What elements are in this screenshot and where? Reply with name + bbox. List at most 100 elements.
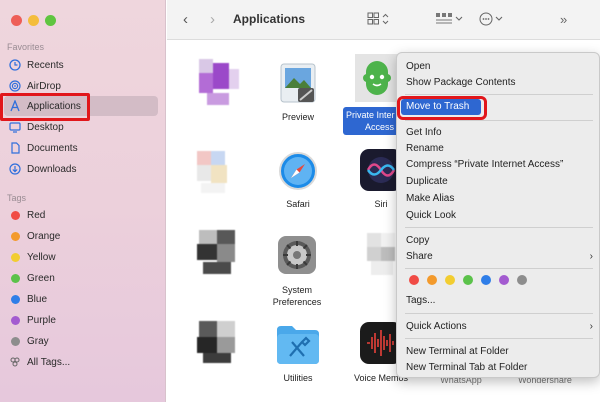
group-by-icon[interactable] [435, 12, 465, 29]
download-icon [8, 162, 22, 176]
window-controls [11, 15, 56, 26]
system-preferences-label-line1: System [281, 285, 312, 295]
utilities-label: Utilities [283, 373, 313, 383]
back-button[interactable]: ‹ [183, 11, 188, 28]
sidebar-item-label: Yellow [27, 251, 56, 263]
vpn-label-line2: Access [364, 122, 394, 132]
forward-button[interactable]: › [210, 11, 215, 28]
sidebar-tag-orange[interactable]: Orange [4, 226, 158, 246]
menu-tag-purple-icon[interactable] [499, 275, 509, 285]
more-actions-icon[interactable] [479, 12, 507, 29]
toolbar: ‹ › Applications » [167, 0, 600, 40]
menu-tags[interactable]: Tags... [406, 293, 435, 308]
vpn-label-line1: Private Inter [346, 110, 395, 120]
sidebar-tag-red[interactable]: Red [4, 205, 158, 225]
utilities-folder-icon[interactable] [275, 322, 321, 369]
sidebar-tag-blue[interactable]: Blue [4, 289, 158, 309]
tag-dot-orange-icon [10, 231, 20, 241]
blurred-app-icon[interactable] [195, 228, 243, 278]
sidebar-tag-purple[interactable]: Purple [4, 310, 158, 330]
menu-quick-look[interactable]: Quick Look [406, 208, 456, 223]
safari-app-icon[interactable] [278, 150, 318, 195]
sidebar-item-label: AirDrop [27, 80, 61, 92]
sidebar-tag-yellow[interactable]: Yellow [4, 247, 158, 267]
menu-tag-green-icon[interactable] [463, 275, 473, 285]
view-grid-icon[interactable] [367, 12, 391, 29]
menu-share[interactable]: Share [406, 249, 433, 264]
menu-tag-yellow-icon[interactable] [445, 275, 455, 285]
menu-open[interactable]: Open [406, 59, 430, 74]
document-icon [8, 141, 22, 155]
tag-dot-red-icon [10, 210, 20, 220]
tags-section-label: Tags [7, 193, 27, 203]
tag-dot-yellow-icon [10, 252, 20, 262]
sidebar-item-downloads[interactable]: Downloads [4, 159, 158, 179]
zoom-window-button[interactable] [45, 15, 56, 26]
context-menu: Open Show Package Contents Move to Trash… [396, 52, 600, 378]
sidebar-item-recents[interactable]: Recents [4, 55, 158, 75]
sidebar: Favorites Recents AirDrop Applications D… [0, 0, 166, 402]
menu-separator [405, 313, 593, 314]
close-window-button[interactable] [11, 15, 22, 26]
menu-copy[interactable]: Copy [406, 233, 429, 248]
menu-tag-red-icon[interactable] [409, 275, 419, 285]
menu-separator [405, 268, 593, 269]
private-internet-access-icon[interactable] [355, 54, 399, 105]
sidebar-item-label: Recents [27, 59, 64, 71]
menu-tag-blue-icon[interactable] [481, 275, 491, 285]
menu-new-terminal-tab-at-folder[interactable]: New Terminal Tab at Folder [406, 360, 527, 375]
preview-label: Preview [281, 112, 314, 122]
favorites-section-label: Favorites [7, 42, 45, 52]
clock-icon [8, 58, 22, 72]
blurred-app-icon[interactable] [197, 149, 241, 197]
sidebar-item-label: Green [27, 272, 55, 284]
menu-make-alias[interactable]: Make Alias [406, 191, 454, 206]
menu-separator [405, 338, 593, 339]
preview-app-icon[interactable] [278, 62, 318, 111]
share-submenu-chevron-icon: › [589, 251, 593, 262]
sidebar-item-documents[interactable]: Documents [4, 138, 158, 158]
sidebar-item-label: Desktop [27, 121, 64, 133]
menu-compress[interactable]: Compress “Private Internet Access” [406, 157, 563, 172]
quick-actions-submenu-chevron-icon: › [589, 321, 593, 332]
sidebar-item-label: All Tags... [27, 356, 71, 368]
tag-dot-purple-icon [10, 315, 20, 325]
tag-dot-green-icon [10, 273, 20, 283]
sidebar-item-label: Red [27, 209, 46, 221]
window-title: Applications [233, 12, 306, 26]
airdrop-icon [8, 79, 22, 93]
sidebar-all-tags[interactable]: All Tags... [4, 352, 158, 372]
tag-dot-blue-icon [10, 294, 20, 304]
blurred-app-icon[interactable] [193, 55, 245, 111]
all-tags-icon [8, 355, 22, 369]
blurred-app-icon[interactable] [195, 319, 243, 367]
menu-quick-actions[interactable]: Quick Actions [406, 319, 467, 334]
sidebar-item-label: Documents [27, 142, 78, 154]
menu-separator [405, 94, 593, 95]
menu-get-info[interactable]: Get Info [406, 125, 442, 140]
desktop-icon [8, 120, 22, 134]
menu-new-terminal-at-folder[interactable]: New Terminal at Folder [406, 344, 509, 359]
toolbar-overflow-icon[interactable]: » [560, 12, 567, 27]
sidebar-item-label: Blue [27, 293, 48, 305]
menu-rename[interactable]: Rename [406, 141, 444, 156]
system-preferences-icon[interactable] [277, 235, 317, 280]
sidebar-tag-green[interactable]: Green [4, 268, 158, 288]
sidebar-item-label: Gray [27, 335, 49, 347]
system-preferences-label-line2: Preferences [272, 297, 322, 307]
sidebar-item-label: Purple [27, 314, 56, 326]
menu-separator [405, 120, 593, 121]
minimize-window-button[interactable] [28, 15, 39, 26]
menu-tag-orange-icon[interactable] [427, 275, 437, 285]
sidebar-tag-gray[interactable]: Gray [4, 331, 158, 351]
menu-separator [405, 227, 593, 228]
menu-tag-gray-icon[interactable] [517, 275, 527, 285]
safari-label: Safari [286, 199, 310, 209]
tag-dot-gray-icon [10, 336, 20, 346]
move-to-trash-highlight-box [397, 96, 487, 120]
menu-duplicate[interactable]: Duplicate [406, 174, 448, 189]
applications-highlight-box [0, 93, 90, 121]
sidebar-item-label: Orange [27, 230, 61, 242]
sidebar-item-label: Downloads [27, 163, 77, 175]
menu-show-package-contents[interactable]: Show Package Contents [406, 75, 516, 90]
